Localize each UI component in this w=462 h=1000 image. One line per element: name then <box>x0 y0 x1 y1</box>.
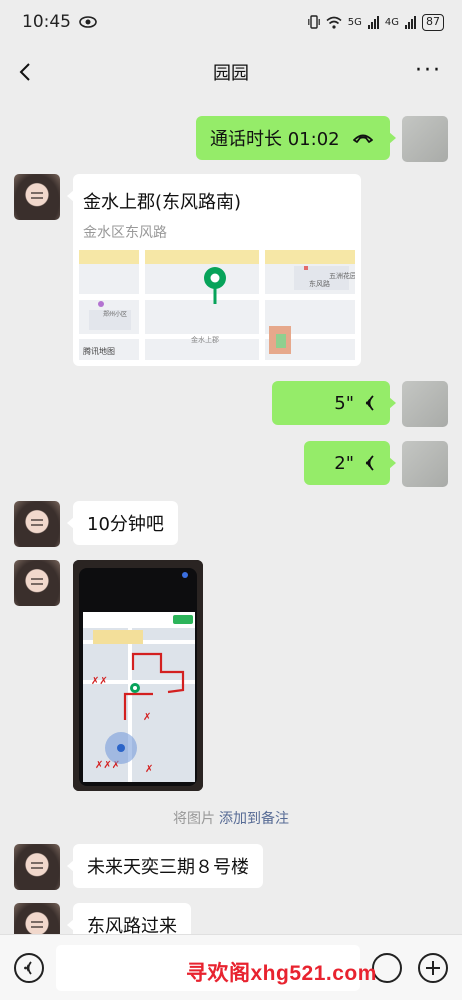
status-icons: 5G 4G 87 <box>307 13 444 31</box>
text-message-bubble[interactable]: 10分钟吧 <box>67 501 178 545</box>
signal-icon <box>367 15 379 29</box>
message-text: 10分钟吧 <box>87 514 164 535</box>
chat-input-bar: 寻欢阁xhg521.com <box>0 934 462 1000</box>
map-label: 金水上郡 <box>191 335 219 344</box>
map-illustration: 五洲花园 东风路 郑州小区 金水上郡 <box>79 250 355 360</box>
signal-icon <box>405 15 416 29</box>
contact-avatar[interactable] <box>14 174 60 220</box>
location-title: 金水上郡(东风路南) <box>83 192 242 213</box>
voice-duration: 5" <box>334 392 354 414</box>
voice-wave-icon <box>365 455 374 471</box>
contact-avatar[interactable] <box>14 501 60 547</box>
status-bar: 10:45 5G 4G 87 <box>0 0 462 44</box>
voice-input-icon[interactable] <box>14 953 44 983</box>
photo-content: ✗✗ ✗ ✗✗✗ ✗ <box>73 560 203 791</box>
my-avatar[interactable] <box>402 441 448 487</box>
map-label: 郑州小区 <box>103 310 127 318</box>
back-arrow-icon[interactable] <box>14 60 38 84</box>
status-time: 10:45 <box>22 12 71 32</box>
svg-text:✗✗: ✗✗ <box>91 676 108 687</box>
add-to-remark-hint: 将图片 添加到备注 <box>0 808 462 828</box>
map-credit: 腾讯地图 <box>83 347 115 356</box>
image-message[interactable]: ✗✗ ✗ ✗✗✗ ✗ <box>73 560 203 791</box>
location-address: 金水区东风路 <box>83 225 167 241</box>
svg-text:✗: ✗ <box>145 764 153 775</box>
map-label: 东风路 <box>309 279 330 288</box>
plus-icon[interactable] <box>418 953 448 983</box>
call-record-bubble[interactable]: 通话时长 01:02 <box>196 116 396 160</box>
add-to-remark-link[interactable]: 添加到备注 <box>219 811 289 827</box>
location-map-preview: 五洲花园 东风路 郑州小区 金水上郡 腾讯地图 <box>79 250 355 360</box>
hint-prefix: 将图片 <box>173 811 215 827</box>
network-4g-label: 4G <box>384 16 399 28</box>
my-avatar[interactable] <box>402 116 448 162</box>
voice-input-glyph <box>24 961 32 975</box>
battery-indicator: 87 <box>422 13 444 31</box>
eye-icon <box>79 16 97 28</box>
chat-header: 园园 ··· <box>0 44 462 100</box>
call-duration-text: 通话时长 01:02 <box>210 129 340 150</box>
voice-message-bubble[interactable]: 2" <box>304 441 396 485</box>
text-message-bubble[interactable]: 未来天奕三期８号楼 <box>67 844 263 888</box>
svg-text:✗: ✗ <box>143 712 151 723</box>
chat-title: 园园 <box>213 63 249 84</box>
network-5g-label: 5G <box>347 16 362 28</box>
voice-message-bubble[interactable]: 5" <box>272 381 396 425</box>
hangup-icon <box>352 134 373 143</box>
contact-avatar[interactable] <box>14 560 60 606</box>
watermark: 寻欢阁xhg521.com <box>186 962 377 985</box>
message-text: 未来天奕三期８号楼 <box>87 857 249 878</box>
map-label: 五洲花园 <box>329 271 355 280</box>
wifi-icon <box>326 16 342 29</box>
voice-duration: 2" <box>334 452 354 474</box>
voice-wave-icon <box>365 395 374 411</box>
more-icon[interactable]: ··· <box>415 60 442 82</box>
contact-avatar[interactable] <box>14 844 60 890</box>
vibrate-icon <box>307 15 320 29</box>
my-avatar[interactable] <box>402 381 448 427</box>
location-card[interactable]: 金水上郡(东风路南) 金水区东风路 五洲花园 东风路 郑州小区 金水上郡 腾讯地… <box>67 174 361 366</box>
